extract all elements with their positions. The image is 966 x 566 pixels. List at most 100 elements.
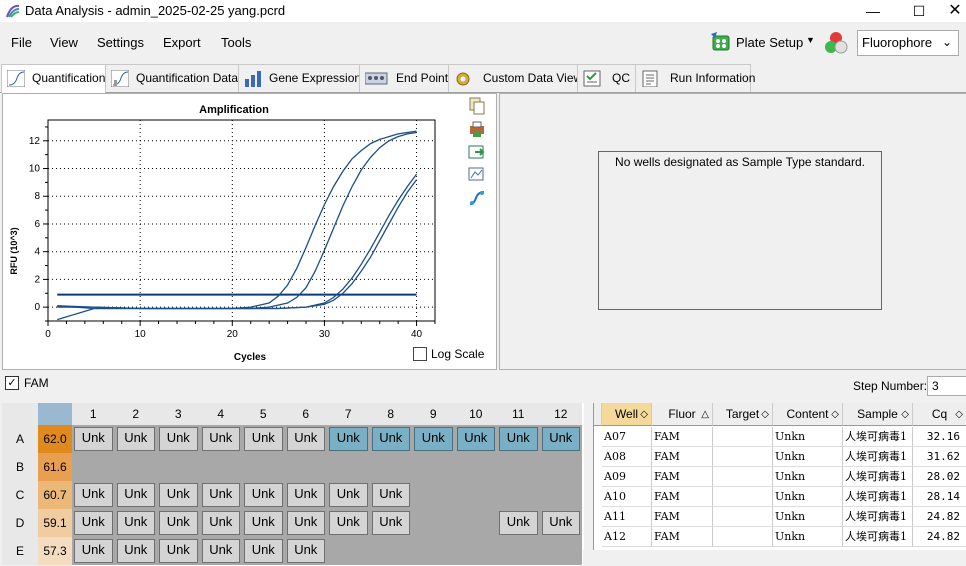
plate-well[interactable]: Unk <box>199 537 243 566</box>
table-cell[interactable]: FAM <box>652 447 713 467</box>
plate-well[interactable]: Unk <box>157 481 201 510</box>
plate-well[interactable]: Unk <box>199 509 243 538</box>
menu-tools[interactable]: Tools <box>221 35 251 50</box>
plate-well[interactable]: Unk <box>114 481 158 510</box>
plate-well[interactable]: Unk <box>327 481 371 510</box>
plate-well[interactable] <box>497 481 541 510</box>
table-cell[interactable]: FAM <box>652 487 713 507</box>
plate-well[interactable]: Unk <box>72 481 116 510</box>
plate-well[interactable]: Unk <box>412 425 456 454</box>
column-header-11[interactable]: 11 <box>497 403 541 426</box>
plate-well[interactable] <box>497 453 541 482</box>
plate-well[interactable]: Unk <box>242 509 286 538</box>
plate-well[interactable] <box>369 537 413 566</box>
plate-well[interactable]: Unk <box>369 481 413 510</box>
plate-well[interactable]: Unk <box>157 509 201 538</box>
tab-qc[interactable]: QC <box>577 64 636 92</box>
table-cell[interactable]: 人埃可病毒1 <box>843 487 913 507</box>
menu-settings[interactable]: Settings <box>97 35 144 50</box>
minimize-icon[interactable]: — <box>850 1 896 21</box>
table-cell[interactable] <box>713 447 773 467</box>
table-cell[interactable]: 24.82 <box>913 527 966 547</box>
table-cell[interactable]: Unkn <box>773 507 843 527</box>
table-cell[interactable]: 32.16 <box>913 427 966 447</box>
plate-well[interactable]: Unk <box>114 537 158 566</box>
row-header-E[interactable]: E <box>2 537 38 565</box>
plate-well[interactable] <box>242 453 286 482</box>
export-icon[interactable] <box>468 143 486 161</box>
table-cell[interactable]: FAM <box>652 467 713 487</box>
table-cell[interactable]: FAM <box>652 427 713 447</box>
plate-well[interactable] <box>157 453 201 482</box>
column-header-6[interactable]: 6 <box>284 403 328 426</box>
plate-well[interactable]: Unk <box>327 509 371 538</box>
table-cell[interactable]: Unkn <box>773 527 843 547</box>
tab-gene-expression[interactable]: Gene Expression <box>238 64 361 92</box>
column-header-4[interactable]: 4 <box>199 403 243 426</box>
plate-well[interactable]: Unk <box>72 537 116 566</box>
zoom-icon[interactable] <box>468 166 486 184</box>
column-header-10[interactable]: 10 <box>454 403 498 426</box>
plate-well[interactable] <box>454 453 498 482</box>
plate-well[interactable] <box>539 481 583 510</box>
plate-well[interactable]: Unk <box>157 537 201 566</box>
table-cell[interactable]: A09 <box>602 467 652 487</box>
table-cell[interactable]: 人埃可病毒1 <box>843 527 913 547</box>
table-cell[interactable]: A11 <box>602 507 652 527</box>
print-icon[interactable] <box>468 120 486 138</box>
table-cell[interactable]: 人埃可病毒1 <box>843 507 913 527</box>
column-header-9[interactable]: 9 <box>412 403 456 426</box>
table-cell[interactable]: 24.82 <box>913 507 966 527</box>
tab-run-information[interactable]: Run Information <box>635 64 755 92</box>
plate-well[interactable]: Unk <box>72 509 116 538</box>
table-cell[interactable]: A08 <box>602 447 652 467</box>
plate-well[interactable]: Unk <box>114 425 158 454</box>
plate-well[interactable]: Unk <box>242 481 286 510</box>
tab-quantification-data[interactable]: Quantification Data <box>105 64 239 92</box>
plate-well[interactable] <box>284 453 328 482</box>
column-header-12[interactable]: 12 <box>539 403 583 426</box>
plate-setup-button[interactable]: Plate Setup ▼ <box>706 28 818 56</box>
plate-well[interactable] <box>412 453 456 482</box>
column-header-5[interactable]: 5 <box>242 403 286 426</box>
plate-well[interactable]: Unk <box>497 509 541 538</box>
table-cell[interactable]: Unkn <box>773 447 843 467</box>
table-cell[interactable]: Unkn <box>773 467 843 487</box>
plate-well[interactable]: Unk <box>284 481 328 510</box>
plate-well[interactable] <box>454 509 498 538</box>
column-header-content[interactable]: Content ◇ <box>773 403 843 426</box>
row-header-D[interactable]: D <box>2 509 38 537</box>
table-cell[interactable]: 28.02 <box>913 467 966 487</box>
plate-well[interactable]: Unk <box>284 537 328 566</box>
column-header-well[interactable]: Well ◇ <box>602 403 652 426</box>
column-header-8[interactable]: 8 <box>369 403 413 426</box>
plate-well[interactable]: Unk <box>242 425 286 454</box>
table-cell[interactable] <box>713 527 773 547</box>
plate-well[interactable]: Unk <box>454 425 498 454</box>
log-scale-checkbox[interactable] <box>413 347 427 361</box>
plate-well[interactable] <box>327 537 371 566</box>
plate-well[interactable] <box>114 453 158 482</box>
column-header-2[interactable]: 2 <box>114 403 158 426</box>
plate-well[interactable]: Unk <box>114 509 158 538</box>
column-header-3[interactable]: 3 <box>157 403 201 426</box>
plate-well[interactable] <box>539 453 583 482</box>
row-header-A[interactable]: A <box>2 425 38 453</box>
plate-well[interactable] <box>454 537 498 566</box>
plate-well[interactable]: Unk <box>539 425 583 454</box>
curve-settings-icon[interactable] <box>468 189 486 207</box>
plate-well[interactable] <box>539 537 583 566</box>
table-cell[interactable]: 人埃可病毒1 <box>843 467 913 487</box>
plate-well[interactable]: Unk <box>327 425 371 454</box>
fluorophore-select[interactable]: Fluorophore ⌄ <box>857 30 959 56</box>
plate-well[interactable] <box>412 537 456 566</box>
fluorophore-icon[interactable] <box>822 29 850 57</box>
plate-well[interactable]: Unk <box>539 509 583 538</box>
plate-well[interactable] <box>497 537 541 566</box>
plate-well[interactable]: Unk <box>157 425 201 454</box>
plate-well[interactable] <box>72 453 116 482</box>
menu-view[interactable]: View <box>50 35 78 50</box>
plate-well[interactable] <box>369 453 413 482</box>
close-icon[interactable]: ✕ <box>932 1 966 21</box>
column-header-fluor[interactable]: Fluor △ <box>652 403 713 426</box>
